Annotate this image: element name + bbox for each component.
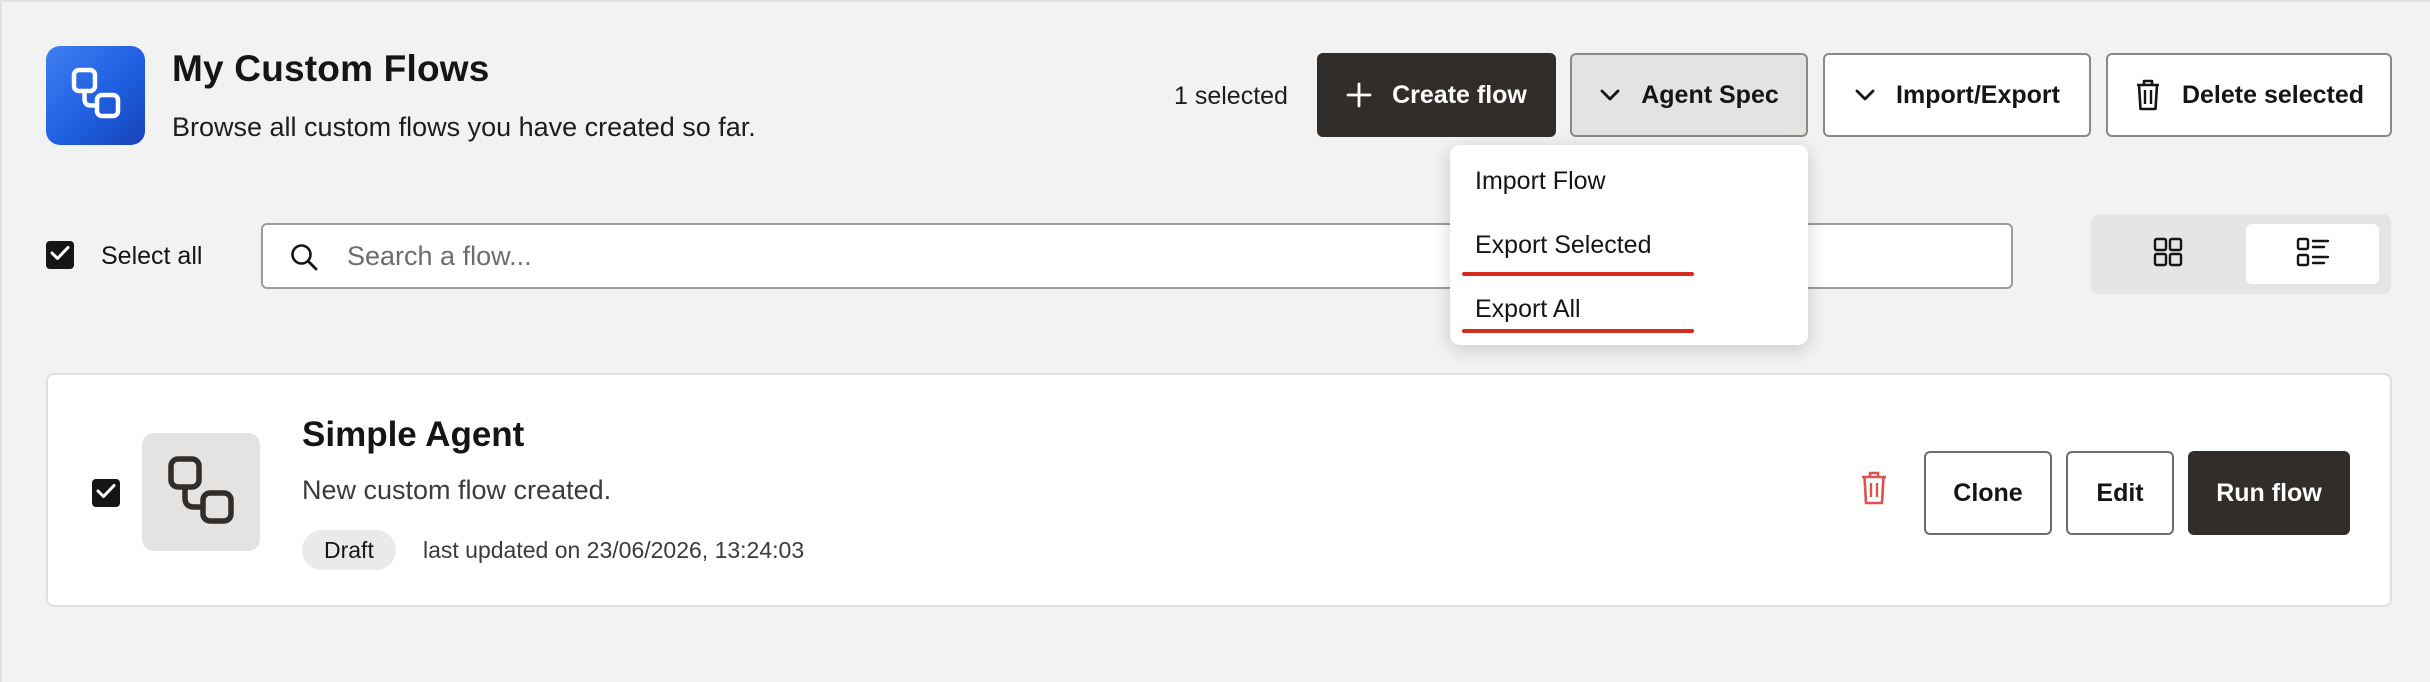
app-logo [46, 46, 145, 145]
flow-select-checkbox[interactable] [92, 479, 120, 507]
checkmark-icon [96, 483, 116, 504]
clone-button[interactable]: Clone [1924, 451, 2052, 535]
page-subtitle: Browse all custom flows you have created… [172, 112, 756, 142]
annotation-underline [1462, 272, 1694, 276]
grid-view-button[interactable] [2103, 224, 2233, 284]
run-flow-button[interactable]: Run flow [2188, 451, 2350, 535]
trash-icon [1859, 470, 1889, 511]
search-icon [289, 242, 319, 277]
agent-spec-button[interactable]: Agent Spec [1570, 53, 1808, 137]
menu-item-import-flow[interactable]: Import Flow [1475, 167, 1606, 196]
plus-icon [1346, 82, 1372, 108]
chevron-down-icon [1599, 88, 1621, 102]
delete-flow-button[interactable] [1854, 470, 1894, 510]
flow-description: New custom flow created. [302, 475, 612, 505]
menu-item-export-selected[interactable]: Export Selected [1475, 231, 1652, 260]
import-export-label: Import/Export [1896, 80, 2060, 109]
annotation-underline [1462, 329, 1694, 333]
agent-spec-dropdown-menu: Import Flow Export Selected Export All [1450, 145, 1808, 345]
select-all-checkbox[interactable] [46, 241, 74, 269]
last-updated-text: last updated on 23/06/2026, 13:24:03 [423, 537, 805, 563]
import-export-button[interactable]: Import/Export [1823, 53, 2091, 137]
grid-icon [2152, 236, 2184, 273]
flow-icon-box [142, 433, 260, 551]
select-all-label: Select all [101, 242, 203, 270]
flow-name[interactable]: Simple Agent [302, 415, 524, 455]
list-view-button[interactable] [2246, 224, 2379, 284]
view-toggle [2091, 214, 2391, 294]
checkmark-icon [50, 245, 70, 266]
menu-item-export-all[interactable]: Export All [1475, 295, 1581, 324]
flow-nodes-icon [69, 65, 123, 126]
flow-card: Simple Agent New custom flow created. Dr… [46, 373, 2392, 607]
list-icon [2296, 236, 2330, 273]
delete-selected-button[interactable]: Delete selected [2106, 53, 2392, 137]
edit-button[interactable]: Edit [2066, 451, 2174, 535]
trash-icon [2134, 78, 2162, 112]
chevron-down-icon [1854, 88, 1876, 102]
status-badge: Draft [302, 530, 396, 570]
create-flow-button[interactable]: Create flow [1317, 53, 1556, 137]
agent-spec-label: Agent Spec [1641, 80, 1779, 109]
delete-selected-label: Delete selected [2181, 80, 2365, 109]
page-title: My Custom Flows [172, 48, 490, 89]
selected-count: 1 selected [1174, 82, 1288, 110]
flow-nodes-icon [165, 453, 237, 532]
create-flow-label: Create flow [1392, 80, 1527, 109]
